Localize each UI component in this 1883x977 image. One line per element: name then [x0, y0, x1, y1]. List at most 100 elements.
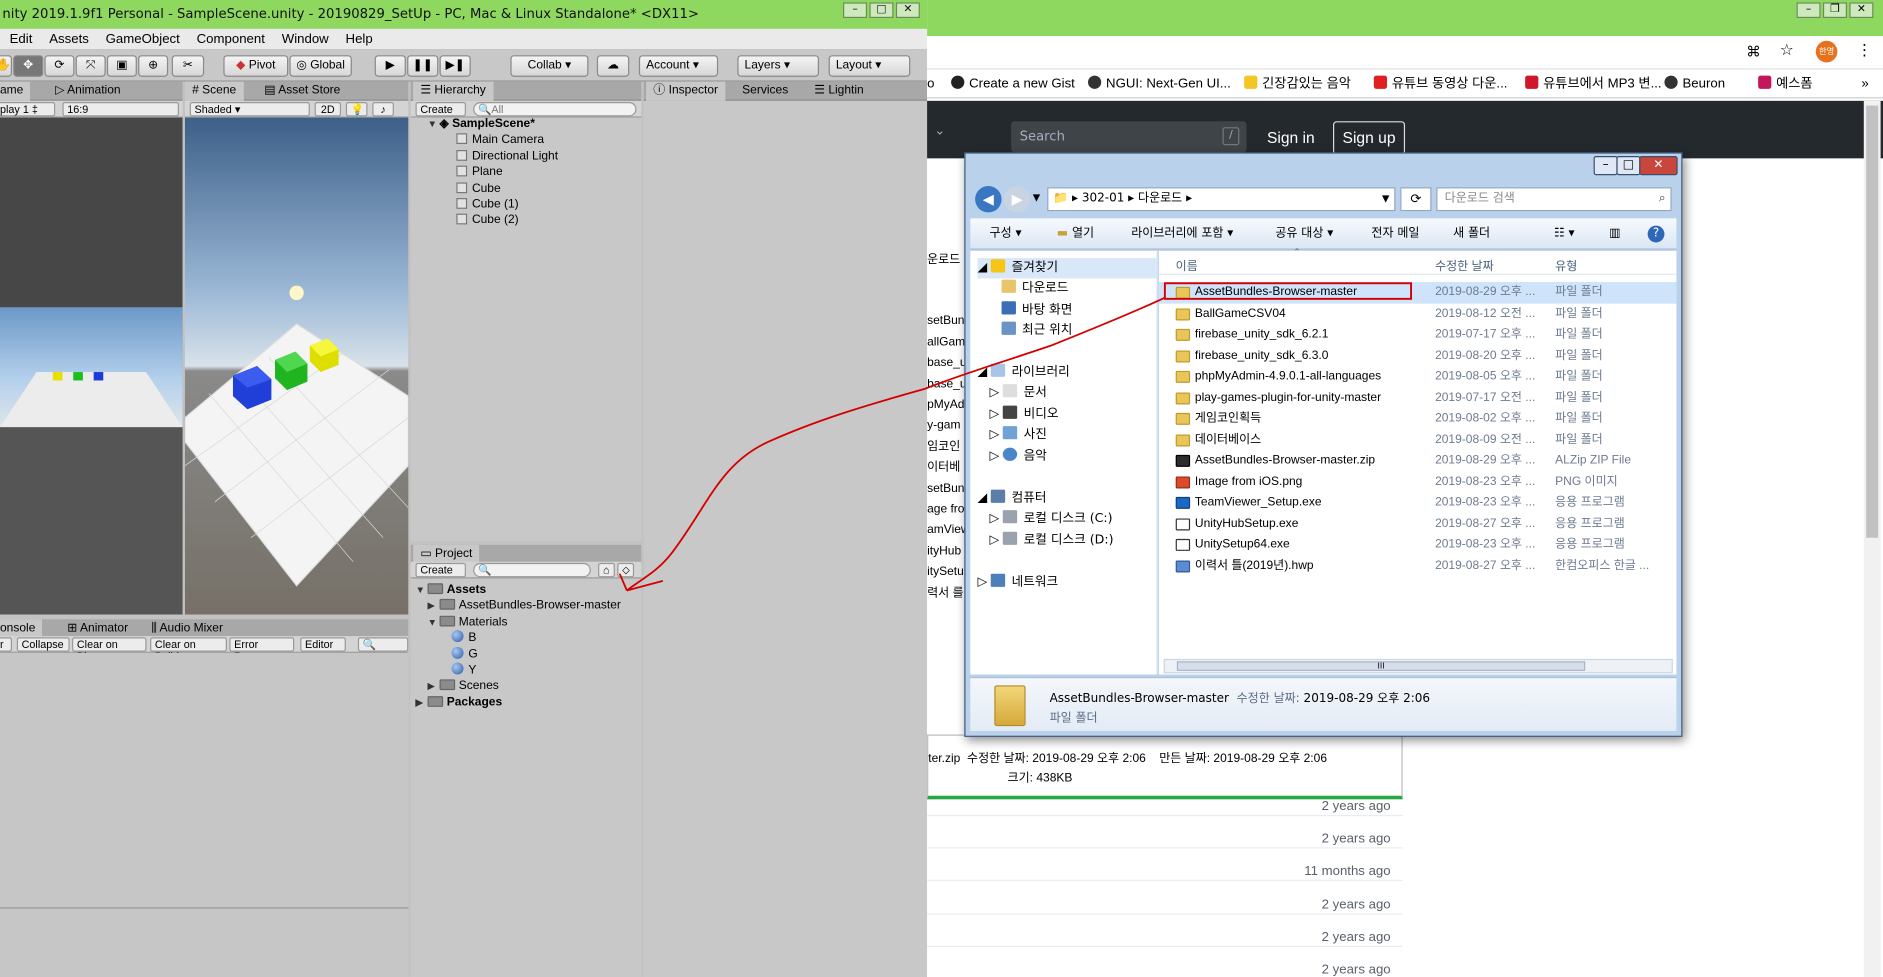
close-button[interactable]: ✕ — [895, 2, 920, 19]
collapse-toggle[interactable]: Collapse — [16, 637, 70, 652]
explorer-minimize-button[interactable]: – — [1593, 156, 1618, 176]
nav-favorites[interactable]: ◢ 즐겨찾기 — [977, 258, 1158, 279]
bookmarks-overflow-icon[interactable]: » — [1861, 70, 1868, 99]
2d-toggle[interactable]: 2D — [314, 102, 342, 117]
tab-services[interactable]: Services — [735, 82, 795, 101]
hierarchy-item[interactable]: Cube — [428, 181, 559, 197]
open-button[interactable]: ▬ 열기 — [1057, 220, 1094, 249]
shading-mode-dropdown[interactable]: Shaded ▾ — [189, 102, 310, 117]
maximize-button[interactable]: □ — [869, 2, 894, 19]
console-log-area[interactable] — [0, 652, 409, 908]
scenes-folder[interactable]: ▶ Scenes — [416, 679, 621, 695]
nav-drive-d[interactable]: ▷ 로컬 디스크 (D:) — [990, 530, 1113, 550]
help-icon[interactable]: ? — [1647, 225, 1665, 243]
nav-music[interactable]: ▷ 음악 — [990, 446, 1047, 466]
history-dropdown-icon[interactable]: ▼ — [1033, 192, 1040, 203]
assets-folder[interactable]: ▼ Assets — [416, 582, 621, 598]
organize-button[interactable]: 구성 ▾ — [990, 220, 1022, 249]
display-dropdown[interactable]: play 1 ‡ — [0, 102, 56, 117]
console-search-icon[interactable]: 🔍 — [357, 637, 409, 652]
hierarchy-item[interactable]: Directional Light — [428, 149, 558, 165]
cloud-button[interactable]: ☁ — [596, 55, 630, 77]
hierarchy-scene-root[interactable]: ▼ ◈ SampleScene* — [428, 116, 559, 132]
scene-view[interactable] — [184, 117, 409, 615]
pivot-toggle[interactable]: ◆ Pivot — [223, 55, 289, 77]
include-in-library-button[interactable]: 라이브러리에 포함 ▾ — [1131, 220, 1233, 249]
tab-scene[interactable]: # Scene — [184, 81, 244, 101]
move-tool-button[interactable]: ✥ — [13, 55, 44, 77]
filter-type-icon[interactable]: ⌂ — [598, 562, 615, 578]
minimize-button[interactable]: – — [843, 2, 868, 19]
packages-folder[interactable]: ▶ Packages — [416, 695, 621, 711]
collapse-arrow-icon[interactable]: ▶ — [416, 695, 428, 711]
nav-pictures[interactable]: ▷ 사진 — [990, 425, 1047, 445]
hierarchy-create-dropdown[interactable]: Create ▾ — [415, 102, 466, 127]
horizontal-scrollbar-thumb[interactable]: III — [1176, 661, 1586, 671]
menu-edit[interactable]: Edit — [10, 29, 33, 49]
file-row[interactable]: 이력서 틀(2019년).hwp 2019-08-27 오후 ... 한컴오피스 한… — [1159, 555, 1677, 576]
bookmark-item[interactable]: o — [927, 70, 934, 99]
bookmark-item[interactable]: 유튜브에서 MP3 변... — [1525, 70, 1662, 99]
browser-minimize-button[interactable]: – — [1796, 2, 1821, 19]
bookmark-item[interactable]: Create a new Gist — [951, 70, 1075, 99]
collapse-arrow-icon[interactable]: ▶ — [428, 598, 440, 614]
file-row[interactable]: UnitySetup64.exe 2019-08-23 오후 ... 응용 프로그램 — [1159, 534, 1677, 555]
chevron-down-icon[interactable]: ⌄ — [934, 122, 945, 138]
expand-arrow-icon[interactable]: ▼ — [416, 582, 428, 598]
sign-in-link[interactable]: Sign in — [1267, 128, 1315, 146]
hierarchy-item[interactable]: Cube (2) — [428, 213, 559, 229]
column-type[interactable]: 유형 — [1555, 256, 1577, 273]
file-row[interactable]: firebase_unity_sdk_6.3.0 2019-08-20 오후 ..… — [1159, 345, 1677, 366]
address-dropdown-icon[interactable]: ▼ — [1382, 188, 1389, 210]
sun-icon[interactable] — [289, 285, 304, 301]
expand-arrow-icon[interactable]: ▼ — [428, 614, 440, 630]
file-row[interactable]: phpMyAdmin-4.9.0.1-all-languages 2019-08-… — [1159, 366, 1677, 387]
asset-bundles-folder[interactable]: ▶ AssetBundles-Browser-master — [416, 598, 621, 614]
lighting-toggle-icon[interactable]: 💡 — [345, 102, 368, 117]
pause-button[interactable]: ❚❚ — [407, 55, 439, 77]
github-search-input[interactable]: Search / — [1011, 121, 1247, 153]
hand-tool-button[interactable]: ✋ — [0, 55, 13, 77]
file-row[interactable]: firebase_unity_sdk_6.2.1 2019-07-17 오후 ..… — [1159, 324, 1677, 345]
tab-asset-store[interactable]: ▤ Asset Store — [257, 82, 348, 101]
play-button[interactable]: ▶ — [374, 55, 406, 77]
menu-assets[interactable]: Assets — [49, 29, 89, 49]
collab-dropdown[interactable]: Collab ▾ — [510, 55, 589, 77]
preview-pane-icon[interactable]: ▥ — [1609, 220, 1620, 249]
tab-hierarchy[interactable]: ☰ Hierarchy — [413, 81, 494, 101]
clear-button[interactable]: r — [0, 637, 13, 652]
nav-network[interactable]: ▷ 네트워크 — [978, 572, 1058, 592]
bookmark-star-icon[interactable]: ☆ — [1780, 42, 1794, 60]
share-with-button[interactable]: 공유 대상 ▾ — [1275, 220, 1333, 249]
aspect-dropdown[interactable]: 16:9 — [62, 102, 179, 117]
path-segment[interactable]: 다운로드 — [1138, 192, 1182, 205]
project-create-dropdown[interactable]: Create ▾ — [415, 562, 466, 588]
path-segment[interactable]: 302-01 — [1082, 192, 1125, 205]
file-row[interactable]: TeamViewer_Setup.exe 2019-08-23 오후 ... 응용 … — [1159, 492, 1677, 513]
layers-dropdown[interactable]: Layers ▾ — [737, 55, 820, 77]
rect-tool-button[interactable]: ▣ — [106, 55, 137, 77]
tab-animation[interactable]: ▷ Animation — [48, 82, 128, 101]
refresh-icon[interactable]: ⟳ — [1400, 187, 1432, 212]
materials-folder[interactable]: ▼ Materials — [416, 614, 621, 630]
file-row[interactable]: AssetBundles-Browser-master 2019-08-29 오후… — [1158, 282, 1677, 304]
nav-desktop[interactable]: 바탕 화면 — [1001, 300, 1072, 320]
custom-tool-button[interactable]: ✂ — [171, 55, 205, 77]
collapse-arrow-icon[interactable]: ▶ — [428, 679, 440, 695]
nav-computer[interactable]: ◢ 컴퓨터 — [978, 488, 1046, 508]
tab-inspector[interactable]: ⓘ Inspector — [646, 81, 726, 101]
rotate-tool-button[interactable]: ⟳ — [44, 55, 75, 77]
menu-component[interactable]: Component — [197, 29, 265, 49]
horizontal-scrollbar[interactable]: III — [1163, 658, 1673, 674]
forward-button[interactable]: ▶ — [1003, 186, 1031, 213]
file-row[interactable]: BallGameCSV04 2019-08-12 오전 ... 파일 폴더 — [1159, 303, 1677, 324]
avatar[interactable]: 한영 — [1815, 40, 1838, 63]
step-button[interactable]: ▶❚ — [439, 55, 471, 77]
expand-arrow-icon[interactable]: ▼ — [428, 116, 440, 132]
column-modified[interactable]: 수정한 날짜 — [1435, 256, 1494, 273]
menu-gameobject[interactable]: GameObject — [106, 29, 180, 49]
bookmark-item[interactable]: NGUI: Next-Gen UI... — [1088, 70, 1231, 99]
bookmark-item[interactable]: 긴장감있는 음악 — [1244, 70, 1351, 99]
sign-up-button[interactable]: Sign up — [1332, 121, 1406, 155]
material-item[interactable]: G — [416, 646, 621, 662]
